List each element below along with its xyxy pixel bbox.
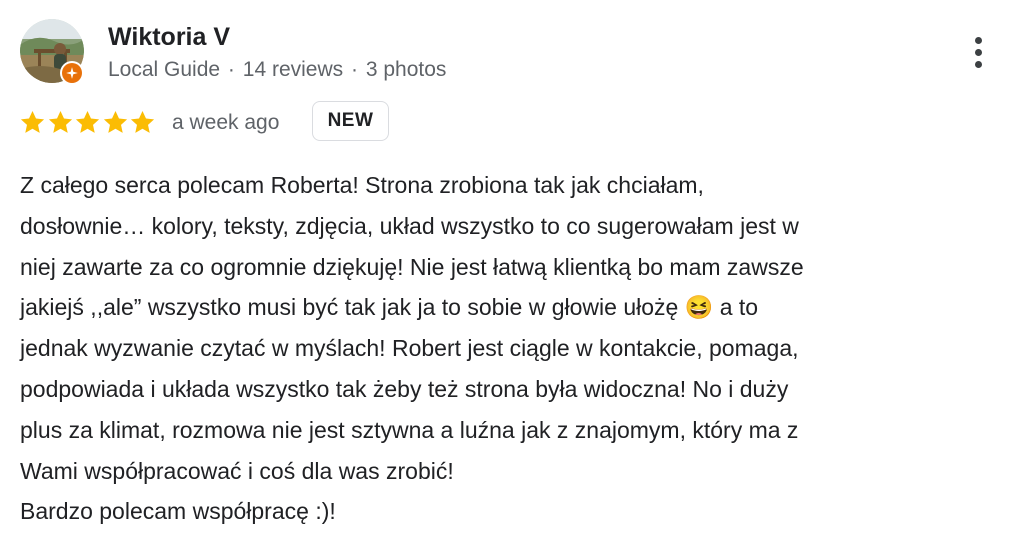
- star-icon: [103, 110, 127, 133]
- review-text-line: Bardzo polecam współpracę :)!: [20, 498, 336, 525]
- review-text-line: jednak wyzwanie czytać w myślach! Robert…: [20, 335, 799, 362]
- review-text-line: Wami współpracować i coś dla was zrobić!: [20, 457, 454, 484]
- star-icon: [48, 110, 72, 133]
- star-icon: [75, 110, 100, 133]
- more-options-button[interactable]: [962, 32, 994, 72]
- review-text: Z całego serca polecam Roberta! Strona z…: [20, 165, 1010, 532]
- reviews-count: 14 reviews: [242, 58, 344, 81]
- review-date: a week ago: [172, 111, 280, 134]
- reviewer-role: Local Guide: [108, 58, 221, 81]
- star-rating: [19, 108, 157, 136]
- review-text-line: dosłownie… kolory, teksty, zdjęcia, ukła…: [20, 212, 799, 239]
- meta-separator: ·: [227, 58, 235, 81]
- local-guide-star-icon: [66, 67, 78, 79]
- review-card: Wiktoria V Local Guide · 14 reviews · 3 …: [0, 0, 1026, 536]
- reviewer-meta[interactable]: Local Guide · 14 reviews · 3 photos: [108, 56, 446, 84]
- meta-separator: ·: [351, 58, 358, 81]
- more-vertical-icon: [974, 36, 982, 44]
- star-icon: [20, 110, 45, 133]
- new-badge: NEW: [312, 101, 389, 141]
- avatar[interactable]: [20, 19, 84, 85]
- star-icon: [130, 110, 155, 133]
- local-guide-badge: [60, 61, 84, 85]
- photos-count: 3 photos: [365, 58, 447, 81]
- review-text-line: niej zawarte za co ogromnie dziękuję! Ni…: [20, 253, 804, 280]
- review-text-line: Z całego serca polecam Roberta! Strona z…: [20, 172, 704, 198]
- review-text-line: podpowiada i układa wszystko tak żeby te…: [20, 375, 789, 402]
- reviewer-name[interactable]: Wiktoria V: [108, 21, 230, 53]
- review-text-line: plus za klimat, rozmowa nie jest sztywna…: [20, 416, 799, 443]
- review-text-line: jakiejś ,,ale” wszystko musi być tak jak…: [20, 294, 759, 321]
